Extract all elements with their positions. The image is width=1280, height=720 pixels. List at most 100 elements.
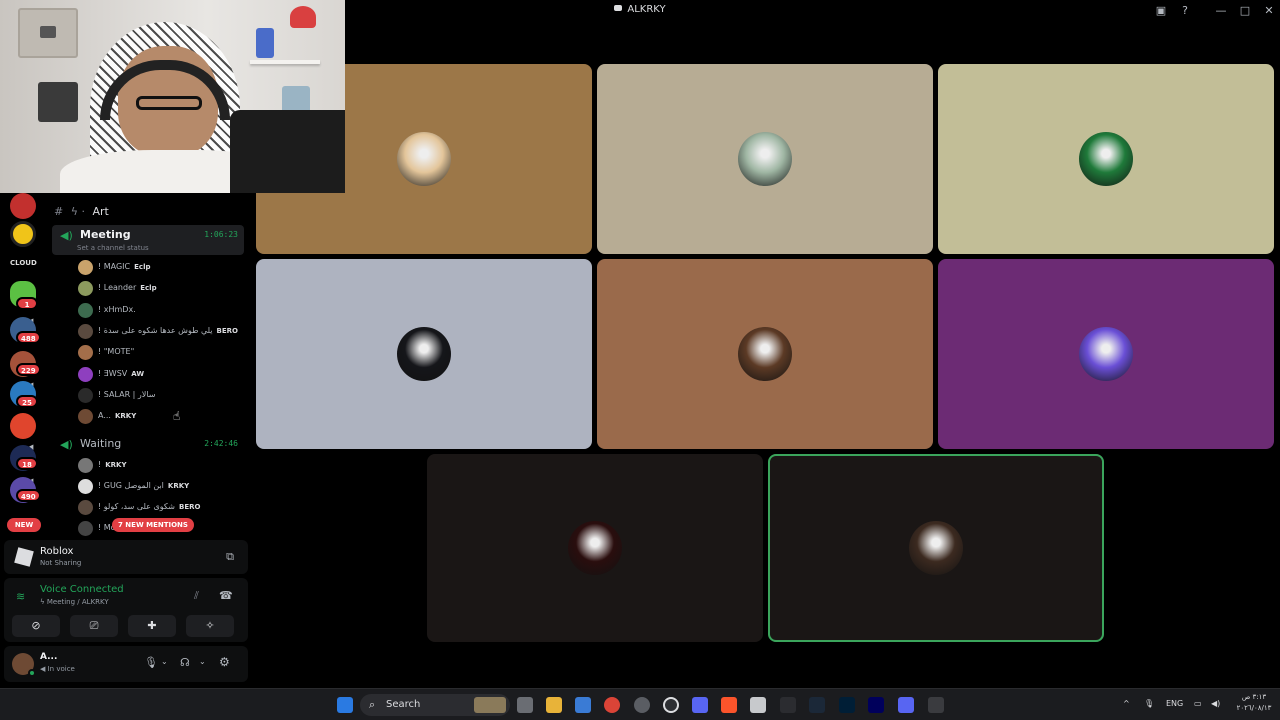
photoshop-icon[interactable]: [839, 697, 855, 713]
webcam-overlay: [0, 0, 345, 193]
taskbar: ⌕ Search ^ 🎙︎ ENG ▭ ◀) ٣:١٣ ص ٢٠٢٦/٠٨/١٣: [0, 688, 1280, 720]
help-icon[interactable]: ?: [1178, 4, 1192, 17]
server-icon[interactable]: [10, 193, 36, 219]
camera-off-icon: ⊘: [31, 619, 41, 632]
user-name[interactable]: A...: [40, 652, 57, 662]
server-icon[interactable]: [10, 413, 36, 439]
video-tile[interactable]: [427, 454, 763, 642]
chrome-icon[interactable]: [604, 697, 620, 713]
camera-button[interactable]: ⊘: [12, 615, 60, 637]
activities-button[interactable]: ✚: [128, 615, 176, 637]
app-icon[interactable]: [634, 697, 650, 713]
discord-icon[interactable]: [692, 697, 708, 713]
soundboard-icon: ✧: [205, 619, 215, 632]
signal-icon[interactable]: ≋: [16, 590, 25, 603]
brave-icon[interactable]: [721, 697, 737, 713]
cursor-icon: ☝: [173, 409, 181, 423]
voice-connected-label: Voice Connected: [40, 584, 124, 595]
steam-icon[interactable]: [663, 697, 679, 713]
chevron-down-icon[interactable]: ⌄: [161, 657, 168, 666]
steam-icon[interactable]: [809, 697, 825, 713]
video-tile[interactable]: [938, 64, 1274, 254]
user-status: ◀ In voice: [40, 665, 75, 673]
voice-member[interactable]: ! "MOTE": [78, 344, 242, 362]
video-tile[interactable]: [938, 259, 1274, 449]
inbox-icon[interactable]: ▣: [1154, 4, 1168, 17]
voice-member[interactable]: ! Leander Eclp: [78, 280, 242, 298]
close-button[interactable]: ✕: [1262, 4, 1276, 17]
channel-art[interactable]: # ϟ · Art: [54, 205, 244, 225]
voice-channel-waiting[interactable]: ◀) Waiting 2:42:46: [52, 434, 244, 454]
roblox-icon: [14, 547, 34, 567]
member-name: ! يلي طوش عدها شكوه على سدة: [98, 325, 213, 335]
file-explorer-icon[interactable]: [546, 697, 562, 713]
voice-channel-path[interactable]: ϟ Meeting / ALKRKY: [40, 598, 109, 606]
speaker-icon: ◀): [60, 438, 73, 451]
avatar: [78, 458, 93, 473]
voice-member[interactable]: ! ƎWSV AW: [78, 366, 242, 384]
task-view-icon[interactable]: [517, 697, 533, 713]
share-screen-icon[interactable]: ⧉: [226, 550, 234, 564]
avatar: [78, 366, 93, 382]
store-icon[interactable]: [575, 697, 591, 713]
status-dot: [28, 669, 36, 677]
microphone-icon[interactable]: 🎙︎: [144, 656, 158, 669]
premiere-icon[interactable]: [868, 697, 884, 713]
mention-badge: 488: [16, 331, 41, 344]
disconnect-icon[interactable]: ☎: [219, 589, 233, 602]
video-tile[interactable]: [768, 454, 1104, 642]
voice-member[interactable]: ! MAGIC Eclp: [78, 259, 242, 277]
member-name: ! MAGIC: [98, 262, 131, 271]
video-tile[interactable]: [597, 64, 933, 254]
windows-start-icon[interactable]: [337, 697, 353, 713]
video-tile[interactable]: [597, 259, 933, 449]
member-tag: Eclp: [134, 263, 151, 271]
participant-avatar: [738, 132, 792, 186]
server-cloud[interactable]: CLOUD: [10, 259, 37, 267]
capcut-icon[interactable]: [780, 697, 796, 713]
voice-member[interactable]: A... KRKY: [78, 408, 242, 426]
new-mentions-pill[interactable]: 7 NEW MENTIONS: [112, 518, 194, 532]
voice-member[interactable]: ! KRKY: [78, 457, 242, 475]
clock[interactable]: ٣:١٣ ص ٢٠٢٦/٠٨/١٣: [1232, 692, 1276, 714]
minimize-button[interactable]: —: [1214, 4, 1228, 17]
figure: [256, 28, 274, 58]
app-icon[interactable]: [928, 697, 944, 713]
video-tile[interactable]: [256, 259, 592, 449]
widget-icon[interactable]: [474, 697, 506, 713]
network-icon[interactable]: ▭: [1194, 699, 1202, 708]
noise-suppression-icon[interactable]: ⫽: [194, 589, 199, 603]
maximize-button[interactable]: □: [1238, 4, 1252, 17]
voice-member[interactable]: ! SALAR | سالار: [78, 387, 242, 405]
member-name: ! Leander: [98, 283, 137, 293]
voice-member[interactable]: ! xHmDx.: [78, 302, 242, 320]
microphone-icon[interactable]: 🎙︎: [1144, 699, 1154, 708]
voice-channel-waiting-label: Waiting: [80, 437, 122, 450]
volume-icon[interactable]: ◀): [1211, 699, 1220, 708]
member-name: ! xHmDx.: [98, 304, 136, 314]
screen-share-icon: ⎚: [89, 619, 99, 632]
voice-member[interactable]: ! شكوى على سد، كولو BERO: [78, 499, 242, 517]
member-tag: KRKY: [105, 461, 127, 469]
member-tag: BERO: [178, 503, 201, 511]
member-tag: BERO: [216, 326, 238, 335]
member-name: ! SALAR | سالار: [98, 389, 156, 399]
headphones-icon[interactable]: ☊: [180, 656, 190, 669]
channel-status[interactable]: Set a channel status: [77, 244, 149, 252]
chevron-down-icon[interactable]: ⌄: [199, 657, 206, 666]
mention-badge: 1: [16, 297, 38, 310]
play-icon: [40, 26, 56, 38]
discord-icon[interactable]: [898, 697, 914, 713]
avatar: [78, 521, 93, 536]
mention-badge: 25: [16, 395, 38, 408]
tray-chevron-icon[interactable]: ^: [1123, 699, 1130, 708]
voice-member[interactable]: ! يلي طوش عدها شكوه على سدة BERO: [78, 323, 242, 341]
settings-gear-icon[interactable]: ⚙: [219, 655, 230, 669]
voice-member[interactable]: ! GUG ابن الموصل KRKY: [78, 478, 242, 496]
new-pill[interactable]: NEW: [7, 518, 41, 532]
server-icon[interactable]: [10, 221, 36, 247]
app-icon[interactable]: [750, 697, 766, 713]
soundboard-button[interactable]: ✧: [186, 615, 234, 637]
language-indicator[interactable]: ENG: [1166, 699, 1183, 708]
screen-share-button[interactable]: ⎚: [70, 615, 118, 637]
